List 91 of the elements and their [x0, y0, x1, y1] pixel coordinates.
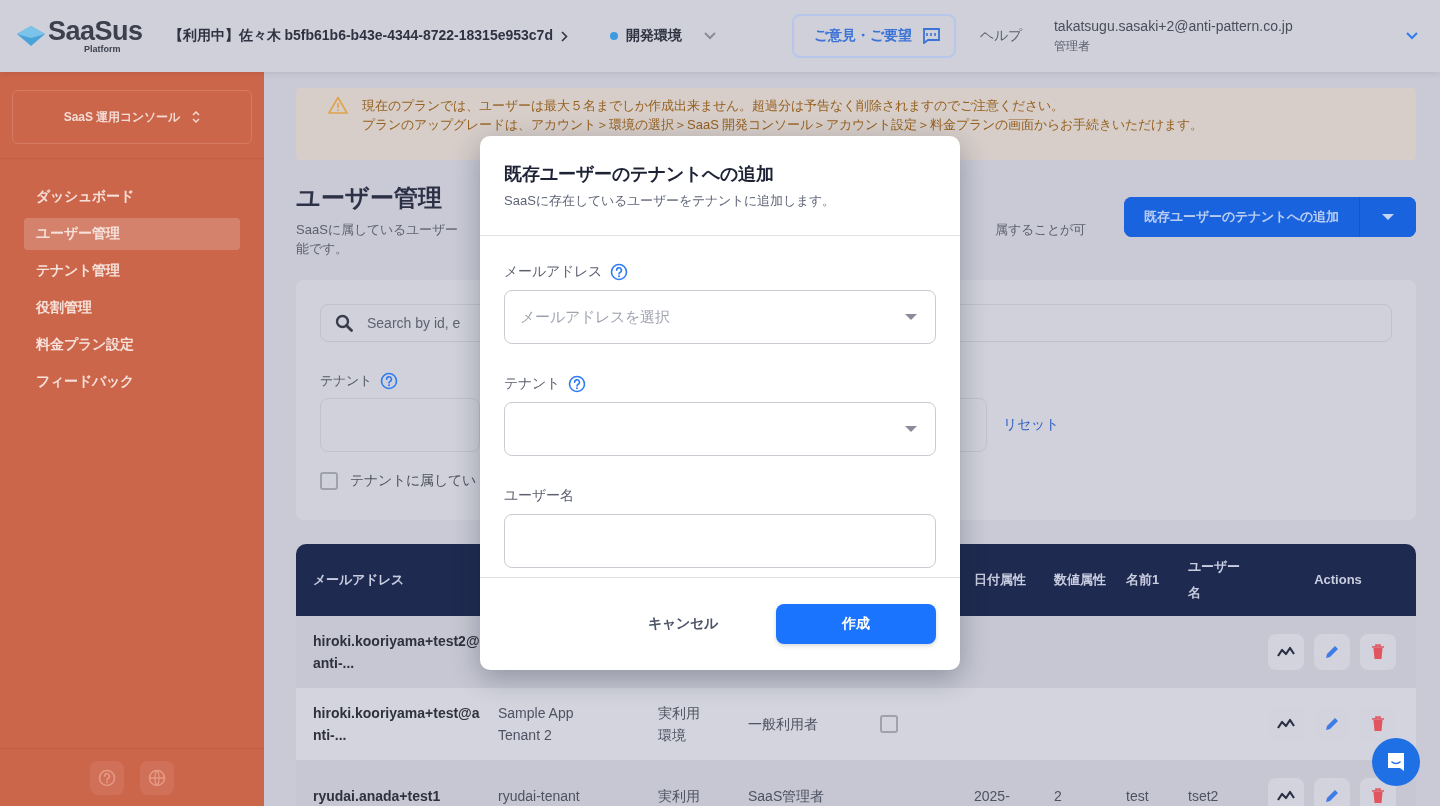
table-cell-text: Sample App Tenant 2	[497, 704, 575, 745]
caret-down-icon	[1382, 214, 1394, 220]
table-cell-text: 実利用	[657, 787, 701, 806]
warning-text: 現在のプランでは、ユーザーは最大５名までしか作成出来ません。超過分は予告なく削除されますのでご注意ください。	[362, 97, 1065, 115]
edit-button[interactable]	[1314, 634, 1350, 670]
trend-line-icon	[1277, 718, 1295, 730]
checkbox[interactable]	[320, 472, 338, 490]
table-cell-text: 2	[1053, 787, 1063, 806]
sidebar-item[interactable]: ダッシュボード	[24, 181, 240, 213]
table-cell-text: 実利用環境	[657, 704, 701, 745]
chart-button[interactable]	[1268, 778, 1304, 806]
select-field[interactable]	[504, 402, 936, 456]
edit-button[interactable]	[1314, 778, 1350, 806]
create-button[interactable]: 作成	[776, 604, 936, 644]
pencil-icon	[1324, 716, 1340, 732]
table-cell-text: SaaS管理者	[747, 787, 826, 806]
logo-subtitle: Platform	[84, 44, 121, 54]
column-header: メールアドレス	[312, 571, 405, 589]
trash-icon	[1371, 644, 1385, 660]
column-header: Actions	[1313, 571, 1363, 589]
up-down-icon	[192, 110, 201, 124]
help-icon[interactable]	[380, 372, 398, 390]
help-icon[interactable]	[568, 375, 586, 393]
dialog-title: 既存ユーザーのテナントへの追加	[504, 163, 775, 186]
column-header: 数値属性	[1053, 571, 1107, 589]
status-dot-icon	[609, 32, 618, 40]
help-icon	[98, 768, 116, 787]
field-label: ユーザー名	[504, 487, 574, 505]
pencil-icon	[1324, 644, 1340, 660]
add-user-button[interactable]: 既存ユーザーのテナントへの追加	[1124, 197, 1360, 237]
cancel-button[interactable]: キャンセル	[642, 614, 724, 634]
select-field[interactable]: メールアドレスを選択	[504, 290, 936, 344]
sidebar-item[interactable]: 料金プラン設定	[24, 329, 240, 361]
console-selector[interactable]: SaaS 運用コンソール	[12, 90, 252, 144]
search-icon	[335, 314, 353, 332]
help-link[interactable]: ヘルプ	[979, 27, 1022, 45]
globe-icon	[148, 768, 166, 787]
logo-text: SaaSus	[48, 18, 143, 44]
checkbox[interactable]	[880, 715, 898, 733]
page-title: ユーザー管理	[296, 183, 442, 213]
table-cell-text: tset2	[1187, 787, 1220, 806]
checkbox-label: テナントに属してい	[350, 472, 476, 490]
table-cell-text: hiroki.kooriyama+test2@anti-...	[312, 632, 481, 673]
trash-icon	[1371, 716, 1385, 732]
warning-icon	[328, 96, 348, 114]
trash-icon	[1371, 788, 1385, 804]
caret-down-icon	[905, 426, 917, 432]
user-email: takatsugu.sasaki+2@anti-pattern.co.jp	[1053, 17, 1293, 34]
chat-icon	[1385, 751, 1407, 773]
tenant-context-link[interactable]: 【利用中】佐々木 b5fb61b6-b43e-4344-8722-18315e953c7d	[168, 27, 568, 45]
table-cell-text: 一般利用者	[747, 715, 819, 734]
warning-text: プランのアップグレードは、アカウント＞環境の選択＞SaaS 開発コンソール＞アカウント設定＞料金プランの画面からお手続きいただけます。	[362, 116, 1204, 134]
sidebar-item[interactable]: 役割管理	[24, 292, 240, 324]
table-cell-text: hiroki.kooriyama+test@anti-...	[312, 704, 481, 745]
help-icon[interactable]	[610, 263, 628, 281]
environment-selector[interactable]: 開発環境	[609, 27, 716, 45]
table-cell-text: 2025-	[973, 787, 1011, 806]
table-cell-text: ryudai.anada+test1	[312, 787, 442, 806]
column-header: 日付属性	[973, 571, 1027, 589]
globe-button[interactable]	[140, 760, 174, 795]
sidebar-item[interactable]: フィードバック	[24, 366, 240, 398]
column-header: ユーザー名	[1187, 558, 1241, 602]
help-button[interactable]	[90, 760, 124, 795]
sidebar-item[interactable]: テナント管理	[24, 255, 240, 287]
description-text: 属することが可	[995, 221, 1086, 239]
trend-line-icon	[1277, 790, 1295, 802]
chevron-right-icon	[560, 30, 568, 42]
chevron-down-icon	[703, 32, 716, 40]
table-cell-text: test	[1125, 787, 1150, 806]
delete-button[interactable]	[1360, 634, 1396, 670]
input-field[interactable]	[504, 514, 936, 568]
delete-button[interactable]	[1360, 778, 1396, 806]
caret-down-icon	[905, 314, 917, 320]
message-icon	[921, 28, 940, 44]
filter-label: テナント	[320, 372, 372, 390]
description-text: 能です。	[296, 240, 348, 258]
field-label: メールアドレス	[504, 263, 602, 281]
column-header: 名前1	[1125, 571, 1161, 589]
feedback-button[interactable]: ご意見・ご要望	[791, 14, 956, 58]
pencil-icon	[1324, 788, 1340, 804]
table-cell-text: ryudai-tenant	[497, 787, 581, 806]
user-role: 管理者	[1053, 37, 1091, 55]
reset-link[interactable]: リセット	[1003, 416, 1059, 434]
trend-line-icon	[1277, 646, 1295, 658]
description-text: SaaSに属しているユーザー	[296, 221, 458, 239]
field-label: テナント	[504, 375, 560, 393]
sidebar-item[interactable]: ユーザー管理	[24, 218, 240, 250]
logo-icon	[16, 25, 46, 47]
dialog-subtitle: SaaSに存在しているユーザーをテナントに追加します。	[504, 192, 836, 210]
chevron-down-icon[interactable]	[1406, 32, 1418, 40]
chart-button[interactable]	[1268, 634, 1304, 670]
